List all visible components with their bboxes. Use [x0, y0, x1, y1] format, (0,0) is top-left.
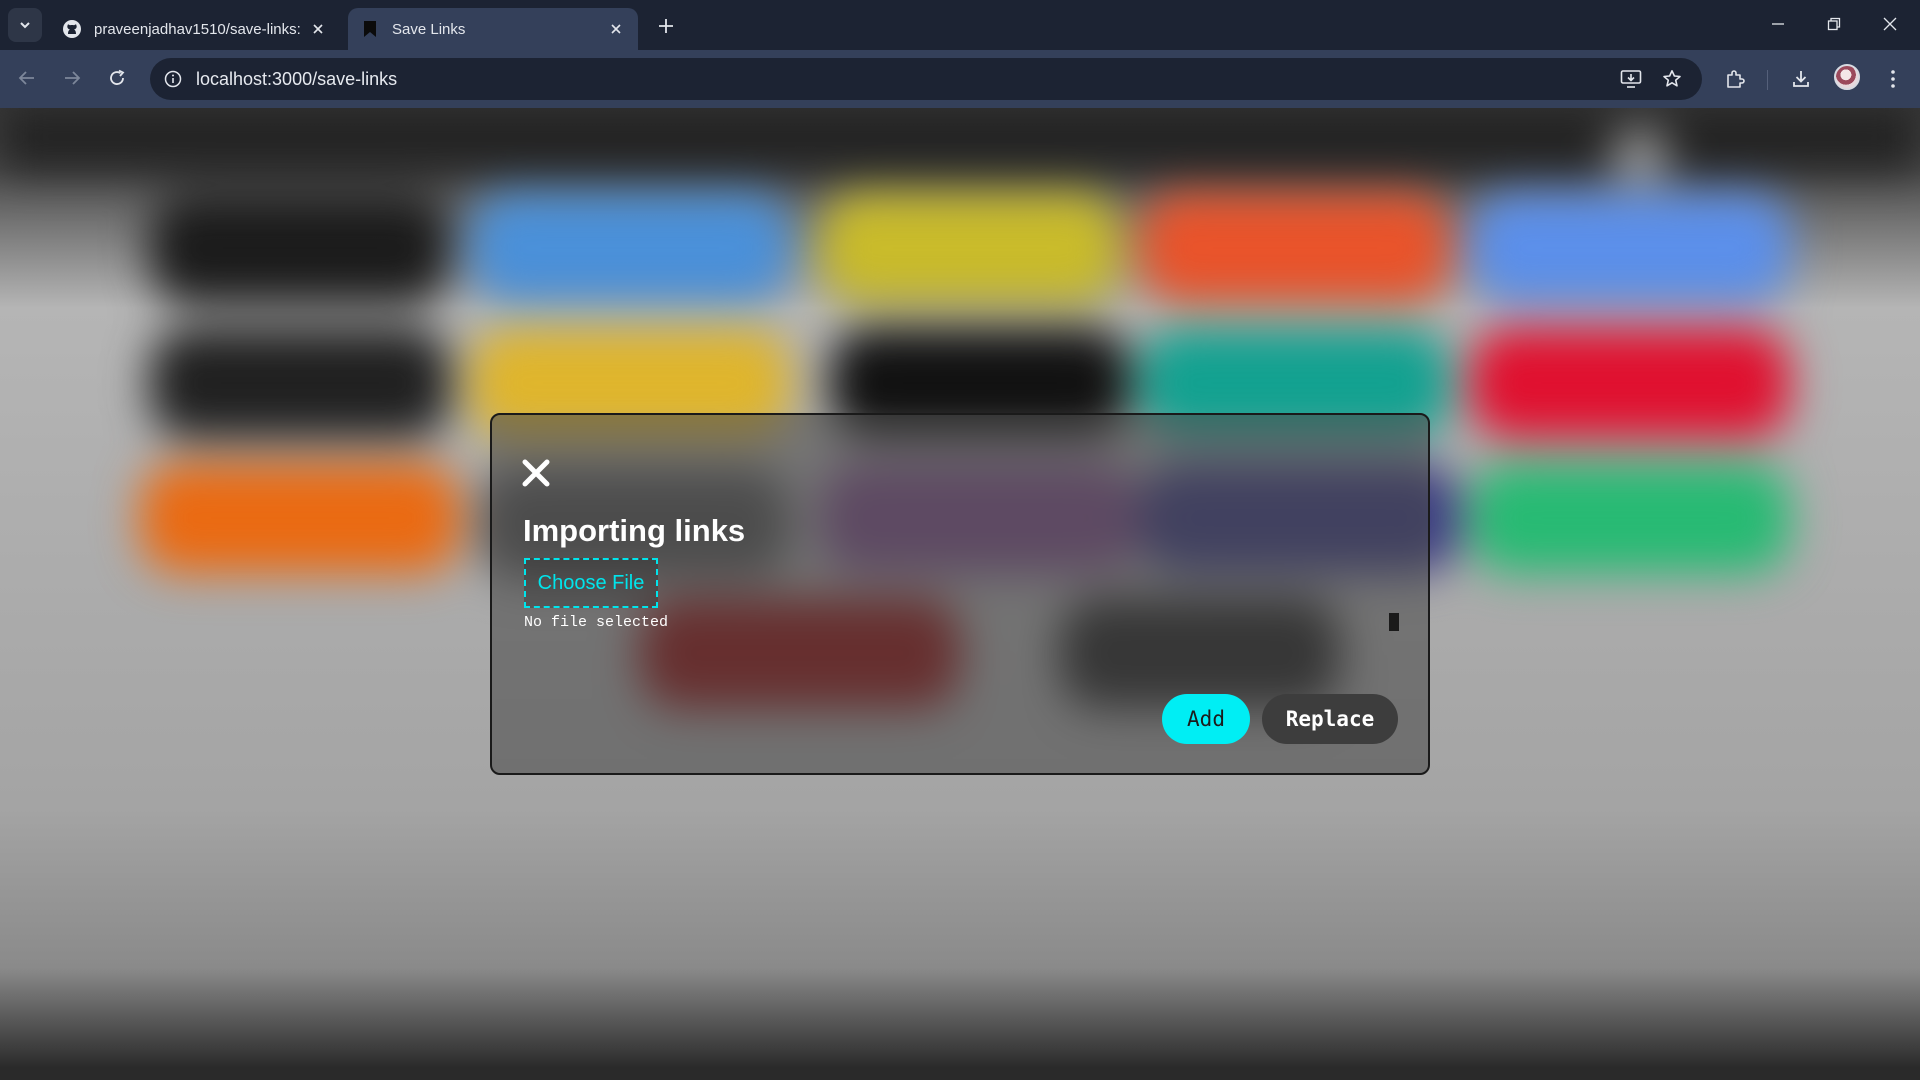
modal-title: Importing links — [523, 513, 746, 548]
bookmark-icon — [360, 19, 380, 39]
tab-title: praveenjadhav1510/save-links: — [94, 20, 300, 38]
minimize-icon — [1772, 23, 1784, 25]
url-text: localhost:3000/save-links — [196, 68, 398, 89]
plus-icon — [659, 19, 673, 33]
link-card-blur — [150, 328, 450, 438]
link-card-blur — [470, 193, 790, 303]
site-info-icon[interactable] — [158, 64, 188, 94]
arrow-left-icon — [18, 71, 34, 85]
minimize-button[interactable] — [1756, 8, 1800, 40]
chevron-down-icon — [20, 22, 30, 29]
arrow-right-icon — [65, 71, 81, 85]
close-modal-button[interactable] — [518, 455, 554, 491]
close-window-button[interactable] — [1868, 8, 1912, 40]
page-viewport: Importing links Choose File No file sele… — [0, 108, 1920, 1080]
toolbar-divider — [1767, 70, 1768, 90]
back-button[interactable] — [10, 61, 44, 95]
reload-button[interactable] — [100, 61, 134, 95]
tab-search-button[interactable] — [8, 8, 42, 42]
header-avatar-blur — [1610, 128, 1670, 188]
link-card-blur — [140, 463, 460, 573]
new-tab-button[interactable] — [652, 12, 680, 40]
import-modal: Importing links Choose File No file sele… — [490, 413, 1430, 775]
file-status-text: No file selected — [524, 614, 669, 631]
link-card-blur — [150, 193, 450, 303]
link-card-blur — [1140, 193, 1450, 303]
install-app-icon[interactable] — [1616, 64, 1646, 94]
close-icon[interactable] — [308, 19, 328, 39]
tab-github[interactable]: praveenjadhav1510/save-links: — [50, 8, 340, 50]
link-card-blur — [1470, 463, 1790, 573]
close-icon[interactable] — [606, 19, 626, 39]
link-card-blur — [1470, 328, 1790, 438]
extensions-icon[interactable] — [1718, 62, 1752, 96]
link-card-blur — [820, 193, 1120, 303]
profile-avatar[interactable] — [1834, 64, 1860, 90]
close-icon — [522, 459, 550, 487]
browser-titlebar: praveenjadhav1510/save-links: Save Links — [0, 0, 1920, 50]
menu-kebab-icon[interactable] — [1876, 62, 1910, 96]
close-icon — [1883, 17, 1897, 31]
choose-file-button[interactable]: Choose File — [524, 558, 658, 608]
browser-toolbar: localhost:3000/save-links — [0, 50, 1920, 108]
restore-icon — [1827, 17, 1841, 31]
add-button[interactable]: Add — [1162, 694, 1250, 744]
github-icon — [62, 19, 82, 39]
tab-title: Save Links — [392, 20, 466, 38]
replace-button[interactable]: Replace — [1262, 694, 1398, 744]
address-bar[interactable]: localhost:3000/save-links — [150, 58, 1702, 100]
tab-save-links[interactable]: Save Links — [348, 8, 638, 50]
scroll-marker — [1389, 613, 1399, 631]
restore-button[interactable] — [1812, 8, 1856, 40]
link-card-blur — [1470, 193, 1790, 303]
forward-button[interactable] — [55, 61, 89, 95]
bookmark-star-icon[interactable] — [1657, 64, 1687, 94]
download-icon[interactable] — [1784, 62, 1818, 96]
reload-icon — [110, 69, 125, 85]
